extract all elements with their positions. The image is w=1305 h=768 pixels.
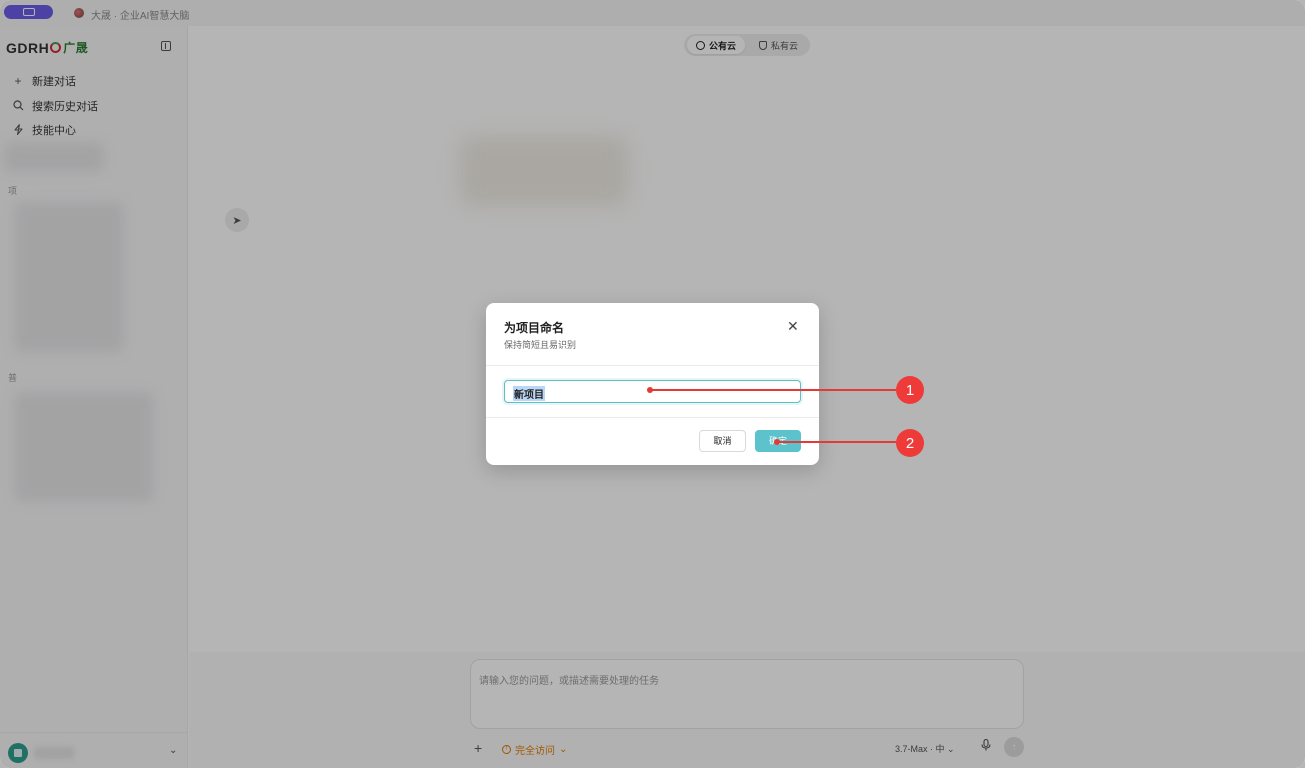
project-name-value: 新项目	[513, 386, 545, 401]
dialog-subtitle: 保持简短且易识别	[504, 340, 577, 350]
callout-line-2	[777, 441, 896, 443]
app-window: 大晟 · 企业AI智慧大脑 GDRH 广晟 + 新建对话 搜索历史对话 技能中心…	[0, 0, 1305, 768]
callout-dot-2	[774, 439, 780, 445]
cancel-button[interactable]: 取消	[699, 430, 746, 452]
callout-badge-2: 2	[896, 429, 924, 457]
rename-project-dialog: 为项目命名 保持简短且易识别 ✕ 新项目 取消 确定	[486, 303, 819, 465]
divider	[486, 365, 819, 366]
divider	[486, 417, 819, 418]
close-icon[interactable]: ✕	[787, 319, 799, 333]
callout-badge-1: 1	[896, 376, 924, 404]
callout-dot-1	[647, 387, 653, 393]
dialog-title: 为项目命名	[504, 321, 565, 335]
callout-line-1	[650, 389, 896, 391]
